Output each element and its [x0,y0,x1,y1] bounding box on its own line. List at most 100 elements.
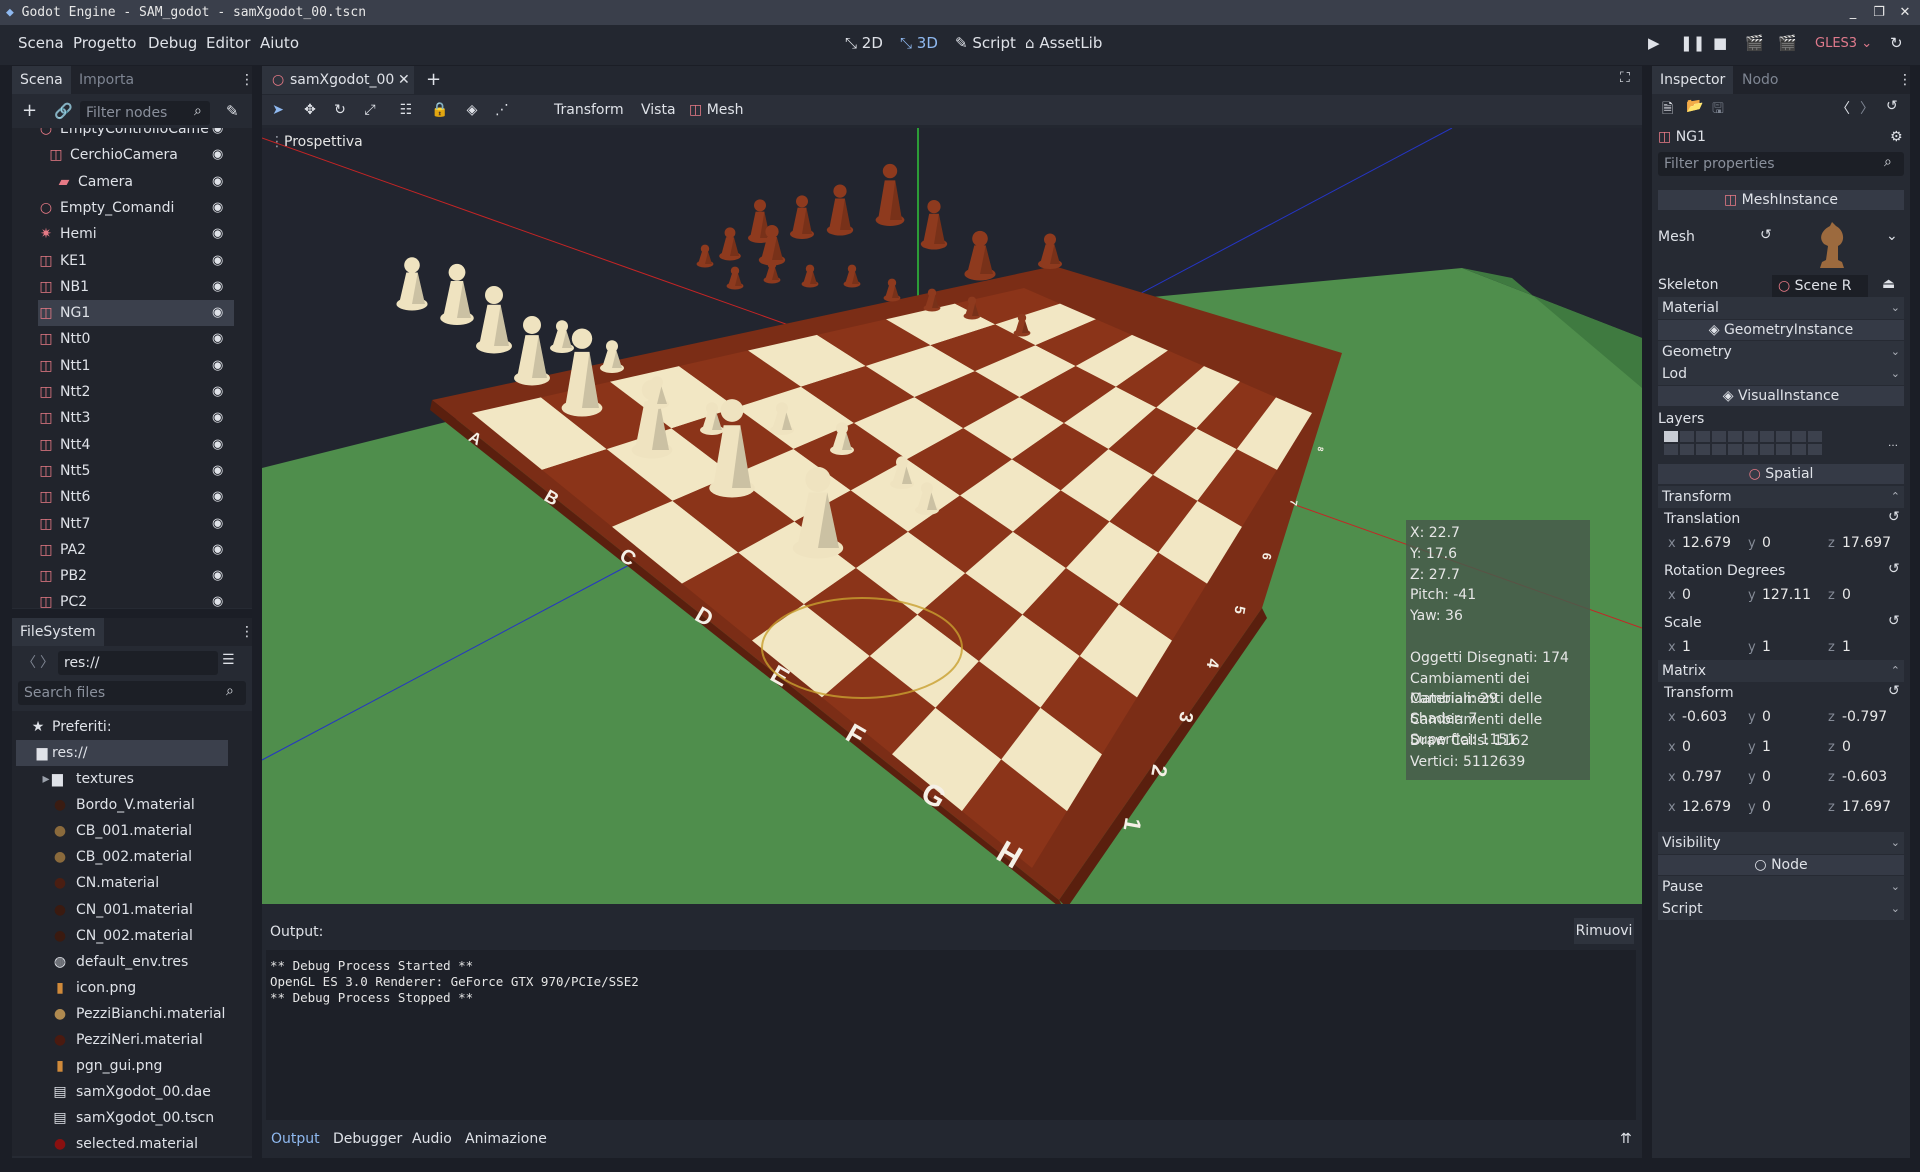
layer-cell[interactable] [1664,431,1678,442]
rotation-x[interactable]: x0 [1668,584,1691,606]
matrix-3-y[interactable]: y0 [1748,796,1771,818]
scale-y[interactable]: y1 [1748,636,1771,658]
skeleton-value[interactable]: ○ Scene R [1772,275,1868,297]
matrix-3-x[interactable]: x 12.679 [1668,796,1731,818]
list-tool-icon[interactable]: ☷ [394,95,418,125]
revert-icon[interactable]: ↺ [1888,561,1900,577]
3d-viewport[interactable]: ABCDEFGH 87654321 ⋮Prospettiva X: 22.7 Y:… [262,128,1642,904]
search-files-input[interactable]: Search files [18,681,246,705]
scene-node-ng1[interactable]: ◫ NG1 ◉ [38,300,234,327]
file-item-cn-material[interactable]: ● CN.material [38,870,159,896]
layer-cell[interactable] [1744,444,1758,455]
split-view-icon[interactable]: ☰ [222,652,235,668]
matrix-1-x[interactable]: x0 [1668,736,1691,758]
lod-group[interactable]: Lod ⌄ [1658,363,1904,385]
scene-node-ntt6[interactable]: ◫ Ntt6 ◉ [12,484,252,510]
close-window-button[interactable]: ✕ [1892,0,1918,25]
revert-icon[interactable]: ↺ [1760,227,1772,243]
visibility-eye-icon[interactable]: ◉ [212,589,223,608]
layer-cell[interactable] [1712,431,1726,442]
pause-group[interactable]: Pause ⌄ [1658,876,1904,898]
scene-node-ntt5[interactable]: ◫ Ntt5 ◉ [12,458,252,484]
scene-node-ntt2[interactable]: ◫ Ntt2 ◉ [12,379,252,405]
tab-audio[interactable]: Audio [412,1128,452,1150]
select-tool-icon[interactable]: ➤ [266,95,290,125]
visibility-eye-icon[interactable]: ◉ [212,248,223,274]
layer-cell[interactable] [1664,444,1678,455]
chevron-down-icon[interactable]: ⌄ [1886,228,1898,244]
local-space-icon[interactable]: ◈ [460,95,484,125]
file-item-pgn-gui-png[interactable]: ▮ pgn_gui.png [38,1053,162,1079]
scale-z[interactable]: z1 [1828,636,1851,658]
menu-aiuto[interactable]: Aiuto [260,34,299,52]
visibility-eye-icon[interactable]: ◉ [212,432,223,458]
distraction-free-icon[interactable]: ⛶ [1620,70,1630,86]
play-button[interactable]: ▶ [1648,34,1660,52]
file-item-selected-material[interactable]: ● selected.material [38,1131,198,1156]
translation-x[interactable]: x 12.679 [1668,532,1731,554]
renderer-select[interactable]: GLES3 ⌄ [1815,36,1872,51]
dock-menu-icon[interactable]: ⋮ [232,66,262,94]
new-tab-icon[interactable]: + [426,69,441,90]
transform-menu[interactable]: Transform [554,95,624,125]
file-item-textures[interactable]: ▸ ▆ textures [38,766,133,792]
visibility-eye-icon[interactable]: ◉ [212,405,223,431]
revert-icon[interactable]: ↺ [1888,509,1900,525]
path-field[interactable]: res:// [58,651,218,675]
close-tab-icon[interactable]: ✕ [398,66,410,94]
move-tool-icon[interactable]: ✥ [298,95,322,125]
filter-nodes-input[interactable]: Filter nodes [80,101,210,125]
scene-node-emptycontrollocame[interactable]: ○ EmptyControlloCame ◉ [12,128,252,142]
layer-cell[interactable] [1808,431,1822,442]
visibility-eye-icon[interactable]: ◉ [212,221,223,247]
layer-cell[interactable] [1760,431,1774,442]
back-icon[interactable]: 〈 [22,652,36,672]
assign-icon[interactable]: ⏏ [1882,276,1895,292]
visibility-eye-icon[interactable]: ◉ [212,458,223,484]
3d-scene[interactable]: ABCDEFGH 87654321 [262,128,1642,904]
file-item-samxgodot-00-dae[interactable]: ▤ samXgodot_00.dae [38,1079,210,1105]
forward-icon[interactable]: 〉 [40,652,54,672]
file-item-icon-png[interactable]: ▮ icon.png [38,975,136,1001]
material-group[interactable]: Material ⌄ [1658,297,1904,319]
scene-node-camera[interactable]: ▰ Camera ◉ [12,169,252,195]
visibility-eye-icon[interactable]: ◉ [212,195,223,221]
scene-node-ntt0[interactable]: ◫ Ntt0 ◉ [12,326,252,352]
translation-y[interactable]: y0 [1748,532,1771,554]
translation-z[interactable]: z 17.697 [1828,532,1891,554]
layer-cell[interactable] [1680,431,1694,442]
rotation-z[interactable]: z0 [1828,584,1851,606]
layer-cell[interactable] [1744,431,1758,442]
rotation-y[interactable]: y 127.11 [1748,584,1811,606]
matrix-1-y[interactable]: y1 [1748,736,1771,758]
pause-button[interactable]: ❚❚ [1680,34,1705,52]
matrix-0-y[interactable]: y0 [1748,706,1771,728]
scene-node-ke1[interactable]: ◫ KE1 ◉ [12,248,252,274]
script-group[interactable]: Script ⌄ [1658,898,1904,920]
maximize-button[interactable]: ❐ [1866,0,1892,25]
scene-node-pc2[interactable]: ◫ PC2 ◉ [12,589,252,608]
snap-icon[interactable]: ⋰ [490,95,514,125]
layer-cell[interactable] [1728,431,1742,442]
menu-editor[interactable]: Editor [206,34,250,52]
visibility-eye-icon[interactable]: ◉ [212,379,223,405]
script-attach-icon[interactable]: ✎ [226,102,239,120]
lock-icon[interactable]: 🔒 [428,95,452,125]
vista-menu[interactable]: Vista [641,95,676,125]
layer-cell[interactable] [1680,444,1694,455]
layer-cell[interactable] [1696,431,1710,442]
scene-node-hemi[interactable]: ✷ Hemi ◉ [12,221,252,247]
minimize-button[interactable]: _ [1840,0,1866,25]
menu-debug[interactable]: Debug [148,34,197,52]
file-item-samxgodot-00-tscn[interactable]: ▤ samXgodot_00.tscn [38,1105,214,1131]
file-item-default-env-tres[interactable]: ◍ default_env.tres [38,949,188,975]
menu-scena[interactable]: Scena [18,34,64,52]
file-item-pezzineri-material[interactable]: ● PezziNeri.material [38,1027,203,1053]
file-item-pezzibianchi-material[interactable]: ● PezziBianchi.material [38,1001,226,1027]
visibility-eye-icon[interactable]: ◉ [212,511,223,537]
visibility-eye-icon[interactable]: ◉ [212,300,223,326]
matrix-0-z[interactable]: z -0.797 [1828,706,1887,728]
tab-filesystem[interactable]: FileSystem [12,618,104,646]
matrix-group[interactable]: Matrix ⌃ [1658,660,1904,682]
scene-node-ntt1[interactable]: ◫ Ntt1 ◉ [12,353,252,379]
